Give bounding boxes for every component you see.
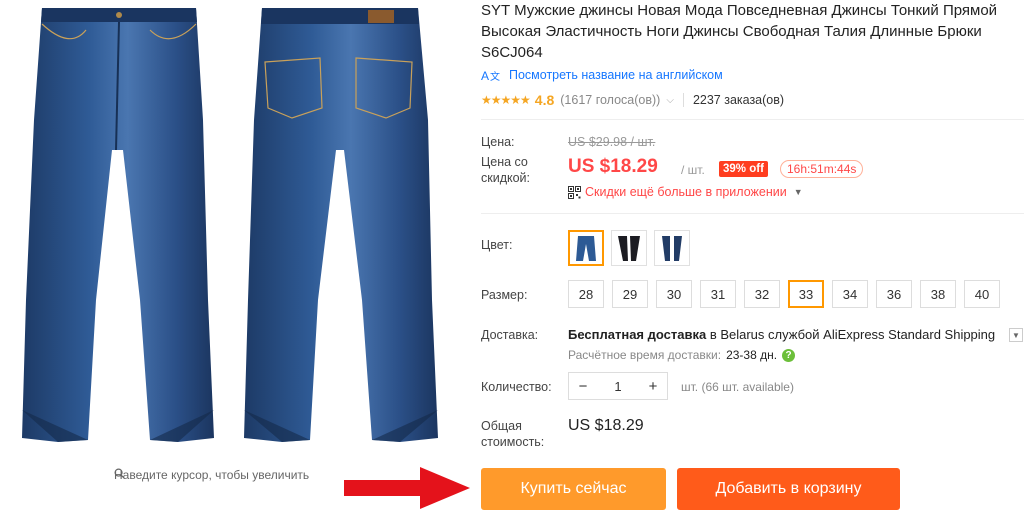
size-option[interactable]: 31 — [700, 280, 736, 308]
zoom-hint-text: Наведите курсор, чтобы увеличить — [114, 468, 310, 482]
size-option[interactable]: 34 — [832, 280, 868, 308]
quantity-increase-button[interactable]: + — [639, 373, 667, 399]
size-options: 28 29 30 31 32 33 34 36 38 40 — [568, 280, 1000, 308]
shipping-dropdown-icon[interactable]: ▼ — [1009, 328, 1023, 342]
free-shipping-text: Бесплатная доставка — [568, 327, 707, 342]
size-label: Размер: — [481, 288, 528, 302]
shipping-label: Доставка: — [481, 328, 539, 342]
delivery-time-label: Расчётное время доставки: — [568, 348, 722, 362]
svg-text:文: 文 — [490, 70, 500, 82]
size-option[interactable]: 32 — [744, 280, 780, 308]
sale-price-label: Цена со скидкой: — [481, 155, 531, 185]
delivery-time-value: 23-38 дн. — [726, 348, 778, 362]
discount-badge: 39% off — [719, 161, 768, 177]
jeans-back-view — [244, 8, 438, 442]
total-label: Общая стоимость: — [481, 419, 545, 449]
divider — [682, 93, 684, 107]
qr-code-icon — [568, 185, 581, 199]
orders-count: 2237 заказа(ов) — [692, 93, 785, 107]
add-to-cart-button[interactable]: Добавить в корзину — [677, 468, 900, 510]
jeans-thumbnail-icon — [662, 236, 682, 261]
translate-link[interactable]: A 文 Посмотреть название на английском — [481, 68, 723, 82]
color-label: Цвет: — [481, 238, 513, 252]
rating-row: ★★★★★ 4.8 (1617 голоса(ов)) ⌵ 2237 заказ… — [481, 92, 784, 108]
translate-link-text[interactable]: Посмотреть название на английском — [509, 68, 723, 82]
countdown-timer: 16h:51m:44s — [780, 160, 864, 178]
per-unit: / шт. — [681, 163, 705, 177]
product-gallery[interactable]: Наведите курсор, чтобы увеличить — [0, 0, 462, 519]
size-option[interactable]: 36 — [876, 280, 912, 308]
magnifier-icon — [114, 468, 125, 479]
star-rating-icon: ★★★★★ — [481, 93, 531, 107]
size-option[interactable]: 40 — [964, 280, 1000, 308]
app-promo[interactable]: Скидки ещё больше в приложении ▼ — [568, 185, 803, 199]
color-options — [568, 230, 690, 266]
help-icon[interactable]: ? — [782, 348, 796, 362]
color-option-dark-blue[interactable] — [568, 230, 604, 266]
app-promo-text[interactable]: Скидки ещё больше в приложении — [585, 185, 787, 199]
size-option[interactable]: 38 — [920, 280, 956, 308]
product-main-image[interactable] — [0, 0, 462, 519]
quantity-decrease-button[interactable]: − — [569, 373, 597, 399]
quantity-stepper: − + — [568, 372, 668, 400]
divider — [481, 119, 1024, 120]
color-option-black[interactable] — [611, 230, 647, 266]
rating-value: 4.8 — [534, 92, 555, 108]
shipping-info: Бесплатная доставка в Belarus службой Al… — [568, 327, 995, 342]
jeans-front-view — [22, 8, 214, 442]
size-option[interactable]: 29 — [612, 280, 648, 308]
chevron-down-icon[interactable]: ⌵ — [666, 95, 674, 106]
product-title: SYT Мужские джинсы Новая Мода Повседневн… — [481, 2, 998, 61]
price-label: Цена: — [481, 135, 515, 149]
quantity-label: Количество: — [481, 380, 552, 394]
size-option[interactable]: 30 — [656, 280, 692, 308]
color-option-navy[interactable] — [654, 230, 690, 266]
quantity-available: шт. (66 шт. available) — [681, 380, 794, 394]
translate-icon: A 文 — [481, 69, 500, 82]
old-price: US $29.98 / шт. — [568, 135, 656, 149]
votes-count[interactable]: (1617 голоса(ов)) — [560, 93, 660, 107]
size-option-selected[interactable]: 33 — [788, 280, 824, 308]
red-arrow-icon — [344, 467, 470, 509]
total-value: US $18.29 — [568, 417, 644, 434]
delivery-time: Расчётное время доставки: 23-38 дн. ? — [568, 348, 796, 362]
zoom-hint: Наведите курсор, чтобы увеличить — [114, 468, 309, 482]
sale-price: US $18.29 — [568, 156, 658, 177]
quantity-input[interactable] — [597, 373, 639, 399]
buy-now-button[interactable]: Купить сейчас — [481, 468, 666, 510]
divider — [481, 213, 1024, 214]
svg-text:A: A — [481, 69, 489, 82]
jeans-thumbnail-icon — [576, 236, 596, 261]
shipping-destination-text: в Belarus службой AliExpress Standard Sh… — [706, 327, 996, 342]
caret-down-icon[interactable]: ▼ — [794, 187, 803, 197]
size-option[interactable]: 28 — [568, 280, 604, 308]
jeans-thumbnail-icon — [618, 236, 640, 261]
